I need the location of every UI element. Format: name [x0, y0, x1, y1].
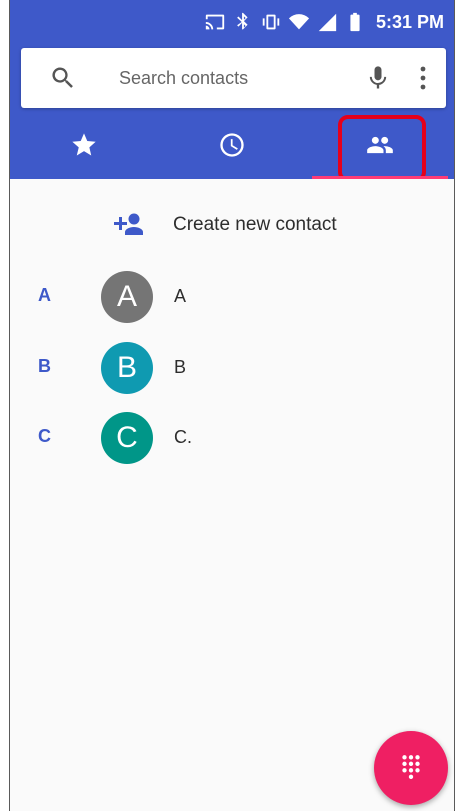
- cast-icon: [204, 11, 226, 33]
- wifi-icon: [288, 11, 310, 33]
- battery-icon: [344, 11, 366, 33]
- contact-name: B: [174, 357, 187, 377]
- more-options-icon[interactable]: [418, 65, 428, 91]
- contact-row[interactable]: B B B: [10, 339, 454, 397]
- dialpad-button[interactable]: [374, 731, 448, 805]
- contact-name: A: [174, 286, 187, 306]
- contact-name: C.: [174, 427, 192, 447]
- search-bar[interactable]: [21, 48, 446, 108]
- clock-icon: [218, 131, 246, 164]
- contact-row[interactable]: A A A: [10, 268, 454, 326]
- section-letter: A: [38, 285, 51, 305]
- tab-contacts[interactable]: [306, 115, 454, 182]
- highlight-box: [338, 115, 426, 182]
- phone-screen: 5:31 PM Search contacts Create new conta…: [9, 0, 455, 811]
- section-letter: C: [38, 426, 51, 446]
- avatar: B: [101, 342, 153, 394]
- status-time: 5:31 PM: [375, 12, 444, 32]
- search-icon[interactable]: [49, 64, 77, 92]
- tab-bar: [10, 115, 454, 182]
- mic-icon[interactable]: [364, 62, 392, 94]
- avatar: C: [101, 412, 153, 464]
- tab-recents[interactable]: [158, 116, 306, 179]
- create-new-contact[interactable]: Create new contact: [10, 202, 454, 248]
- signal-icon: [316, 11, 338, 33]
- star-icon: [70, 131, 98, 164]
- status-bar: 5:31 PM: [10, 0, 454, 42]
- tab-favorites[interactable]: [10, 116, 158, 179]
- add-person-icon: [110, 210, 144, 238]
- avatar: A: [101, 271, 153, 323]
- vibrate-icon: [260, 11, 282, 33]
- bluetooth-icon: [232, 11, 254, 33]
- create-contact-label: Create new contact: [173, 214, 337, 235]
- contact-row[interactable]: C C C.: [10, 409, 454, 467]
- status-icons: 5:31 PM: [204, 10, 444, 34]
- contacts-list: Create new contact A A A B B B C C C.: [10, 179, 454, 811]
- dialpad-icon: [398, 753, 424, 784]
- search-input[interactable]: [119, 65, 339, 91]
- section-letter: B: [38, 356, 51, 376]
- app-header: 5:31 PM: [10, 0, 454, 182]
